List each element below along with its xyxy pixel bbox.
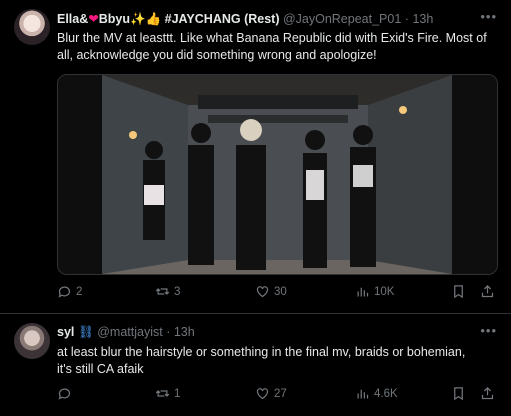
- author-handle[interactable]: @mattjayist: [97, 325, 162, 339]
- separator-dot: ·: [166, 325, 171, 339]
- avatar[interactable]: [14, 9, 50, 45]
- views-icon: [357, 287, 369, 297]
- like-button[interactable]: 30: [255, 284, 287, 299]
- retweet-count: 3: [174, 285, 181, 298]
- bookmark-button[interactable]: [451, 386, 466, 401]
- tweet-actions: 2 3 30 10K: [57, 284, 497, 302]
- like-icon: [256, 286, 269, 298]
- retweet-count: 1: [174, 387, 181, 400]
- music-video-still: [58, 75, 497, 274]
- reply-icon: [58, 286, 71, 298]
- fruit-emoji-icon: ⛓: [77, 325, 94, 339]
- retweet-button[interactable]: 3: [155, 284, 180, 299]
- author-name[interactable]: syl: [57, 325, 74, 339]
- retweet-icon: [155, 390, 170, 397]
- like-button[interactable]: 27: [255, 386, 287, 401]
- tweet-media-image[interactable]: [57, 74, 498, 275]
- separator-dot: ·: [404, 12, 409, 26]
- like-icon: [256, 388, 269, 400]
- tweet-text: Blur the MV at leasttt. Like what Banana…: [57, 31, 487, 62]
- share-button[interactable]: [480, 386, 495, 401]
- more-icon[interactable]: •••: [480, 323, 497, 338]
- reply-count: 2: [76, 285, 83, 298]
- timestamp[interactable]: 13h: [174, 325, 195, 339]
- avatar[interactable]: [14, 323, 50, 359]
- share-icon: [481, 386, 494, 400]
- share-button[interactable]: [480, 284, 495, 299]
- timestamp[interactable]: 13h: [412, 12, 433, 26]
- retweet-button[interactable]: 1: [155, 386, 180, 401]
- author-name[interactable]: Ella&❤Bbyu✨👍 #JAYCHANG (Rest): [57, 12, 283, 26]
- bookmark-icon: [454, 285, 463, 299]
- sparkles-emoji-icon: ✨: [130, 12, 146, 26]
- share-icon: [481, 284, 494, 298]
- views-count: 10K: [374, 285, 395, 298]
- retweet-icon: [155, 288, 170, 295]
- tweet-text: at least blur the hairstyle or something…: [57, 345, 466, 376]
- like-count: 27: [274, 387, 287, 400]
- views-button[interactable]: 4.6K: [355, 386, 398, 401]
- views-icon: [357, 389, 369, 399]
- author-handle[interactable]: @JayOnRepeat_P01: [283, 12, 401, 26]
- tweet-2[interactable]: syl ⛓ @mattjayist · 13h ••• at least blu…: [0, 313, 511, 416]
- reply-button[interactable]: 2: [57, 284, 82, 299]
- bookmark-button[interactable]: [451, 284, 466, 299]
- reply-icon: [58, 388, 71, 400]
- thumbs-up-emoji-icon: 👍: [145, 12, 162, 26]
- tweet-header: syl ⛓ @mattjayist · 13h: [57, 325, 195, 340]
- heart-emoji-icon: ❤: [88, 12, 99, 26]
- like-count: 30: [274, 285, 287, 298]
- reply-button[interactable]: [57, 386, 76, 401]
- tweet-1[interactable]: Ella&❤Bbyu✨👍 #JAYCHANG (Rest) @JayOnRepe…: [0, 0, 511, 313]
- bookmark-icon: [454, 387, 463, 401]
- tweet-header: Ella&❤Bbyu✨👍 #JAYCHANG (Rest) @JayOnRepe…: [57, 11, 433, 27]
- views-button[interactable]: 10K: [355, 284, 394, 299]
- tweet-actions: 1 27 4.6K: [57, 386, 497, 404]
- more-icon[interactable]: •••: [480, 9, 497, 24]
- views-count: 4.6K: [374, 387, 398, 400]
